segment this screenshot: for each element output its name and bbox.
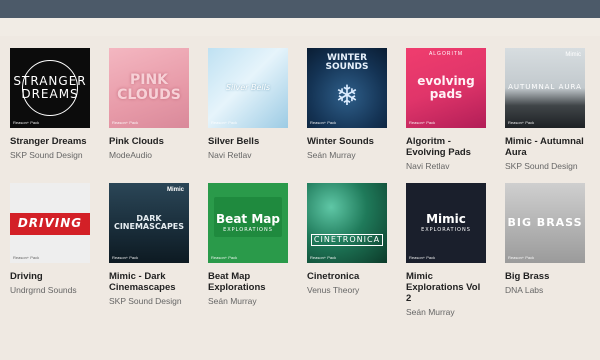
pack-card-mimic-explorations-vol-2[interactable]: Mimic EXPLORATIONS Reason+ Pack Mimic Ex… (406, 183, 486, 317)
pack-cover[interactable]: Silver Bells Reason+ Pack (208, 48, 288, 128)
cover-title: Mimic EXPLORATIONS (421, 213, 471, 233)
pack-name[interactable]: Mimic - Autumnal Aura (505, 136, 585, 158)
reason-pack-badge: Reason+ Pack (13, 120, 40, 125)
pack-author: SKP Sound Design (10, 150, 83, 160)
pack-card-beat-map-explorations[interactable]: Beat Map EXPLORATIONS Reason+ Pack Beat … (208, 183, 288, 317)
snowflake-icon: ❄ (335, 80, 359, 111)
pack-cover[interactable]: Mimic EXPLORATIONS Reason+ Pack (406, 183, 486, 263)
cover-title: Silver Bells (225, 82, 271, 92)
top-bar (0, 0, 600, 18)
cover-title: WINTER SOUNDS (325, 53, 369, 73)
reason-pack-badge: Reason+ Pack (508, 255, 535, 260)
reason-pack-badge: Reason+ Pack (508, 120, 535, 125)
pack-author: SKP Sound Design (109, 296, 182, 306)
reason-pack-badge: Reason+ Pack (310, 255, 337, 260)
reason-pack-badge: Reason+ Pack (409, 255, 436, 260)
pack-card-driving[interactable]: DRIVING Reason+ Pack Driving Undrgrnd So… (10, 183, 90, 317)
pack-cover[interactable]: Mimic DARK CINEMASCAPES Reason+ Pack (109, 183, 189, 263)
pack-cover[interactable]: WINTER SOUNDS ❄ Reason+ Pack (307, 48, 387, 128)
pack-card-winter-sounds[interactable]: WINTER SOUNDS ❄ Reason+ Pack Winter Soun… (307, 48, 387, 171)
pack-card-algoritm-evolving-pads[interactable]: ALGORITM evolving pads Reason+ Pack Algo… (406, 48, 486, 171)
pack-author: Undrgrnd Sounds (10, 285, 77, 295)
pack-name[interactable]: Algoritm - Evolving Pads (406, 136, 486, 158)
reason-pack-badge: Reason+ Pack (13, 255, 40, 260)
pack-name[interactable]: Cinetronica (307, 271, 387, 282)
pack-name[interactable]: Pink Clouds (109, 136, 189, 147)
pack-name[interactable]: Winter Sounds (307, 136, 387, 147)
cover-title: DRIVING (17, 215, 83, 230)
cover-title: STRANGER DREAMS (13, 60, 86, 116)
cover-title: PINK CLOUDS (117, 72, 181, 103)
top-bar-gap (0, 18, 600, 36)
pack-cover[interactable]: ALGORITM evolving pads Reason+ Pack (406, 48, 486, 128)
cover-subtitle: EXPLORATIONS (223, 226, 273, 233)
pack-cover[interactable]: BIG BRASS Reason+ Pack (505, 183, 585, 263)
pack-author: Seán Murray (406, 307, 455, 317)
pack-name[interactable]: Mimic Explorations Vol 2 (406, 271, 486, 304)
pack-cover[interactable]: Beat Map EXPLORATIONS Reason+ Pack (208, 183, 288, 263)
cover-brand: Mimic (166, 187, 184, 193)
reason-pack-badge: Reason+ Pack (211, 255, 238, 260)
pack-name[interactable]: Big Brass (505, 271, 585, 282)
pack-card-pink-clouds[interactable]: PINK CLOUDS Reason+ Pack Pink Clouds Mod… (109, 48, 189, 171)
pack-cover[interactable]: DRIVING Reason+ Pack (10, 183, 90, 263)
cover-title-main: Beat Map (216, 212, 280, 227)
pack-card-big-brass[interactable]: BIG BRASS Reason+ Pack Big Brass DNA Lab… (505, 183, 585, 317)
pack-name[interactable]: Silver Bells (208, 136, 288, 147)
cover-title: AUTUMNAL AURA (508, 83, 582, 92)
reason-pack-badge: Reason+ Pack (211, 120, 238, 125)
cover-title: DARK CINEMASCAPES (113, 213, 185, 231)
pack-card-stranger-dreams[interactable]: STRANGER DREAMS Reason+ Pack Stranger Dr… (10, 48, 90, 171)
pack-name[interactable]: Mimic - Dark Cinemascapes (109, 271, 189, 293)
pack-cover[interactable]: CINETRONICA Reason+ Pack (307, 183, 387, 263)
pack-card-mimic-dark-cinemascapes[interactable]: Mimic DARK CINEMASCAPES Reason+ Pack Mim… (109, 183, 189, 317)
cover-title-main: Mimic (426, 212, 466, 227)
cover-subtitle: EXPLORATIONS (421, 226, 471, 233)
pack-cover[interactable]: Mimic AUTUMNAL AURA Reason+ Pack (505, 48, 585, 128)
cover-title: Beat Map EXPLORATIONS (216, 213, 280, 233)
pack-author: Seán Murray (307, 150, 356, 160)
pack-author: Venus Theory (307, 285, 360, 295)
reason-pack-badge: Reason+ Pack (112, 120, 139, 125)
pack-cover[interactable]: STRANGER DREAMS Reason+ Pack (10, 48, 90, 128)
pack-name[interactable]: Driving (10, 271, 90, 282)
reason-pack-badge: Reason+ Pack (409, 120, 436, 125)
cover-tag: ALGORITM (428, 51, 464, 57)
cover-title: BIG BRASS (507, 216, 583, 230)
pack-author: SKP Sound Design (505, 161, 578, 171)
pack-author: Navi Retlav (208, 150, 252, 160)
cover-brand: Mimic (565, 52, 581, 58)
pack-name[interactable]: Stranger Dreams (10, 136, 90, 147)
pack-author: ModeAudio (109, 150, 153, 160)
pack-card-cinetronica[interactable]: CINETRONICA Reason+ Pack Cinetronica Ven… (307, 183, 387, 317)
pack-author: DNA Labs (505, 285, 544, 295)
pack-author: Navi Retlav (406, 161, 450, 171)
pack-name[interactable]: Beat Map Explorations (208, 271, 288, 293)
pack-author: Seán Murray (208, 296, 257, 306)
reason-pack-badge: Reason+ Pack (112, 255, 139, 260)
reason-pack-badge: Reason+ Pack (310, 120, 337, 125)
pack-card-silver-bells[interactable]: Silver Bells Reason+ Pack Silver Bells N… (208, 48, 288, 171)
pack-cover[interactable]: PINK CLOUDS Reason+ Pack (109, 48, 189, 128)
pack-card-mimic-autumnal-aura[interactable]: Mimic AUTUMNAL AURA Reason+ Pack Mimic -… (505, 48, 585, 171)
cover-title: evolving pads (417, 74, 475, 101)
cover-title: CINETRONICA (310, 233, 384, 247)
pack-grid: STRANGER DREAMS Reason+ Pack Stranger Dr… (10, 48, 590, 317)
